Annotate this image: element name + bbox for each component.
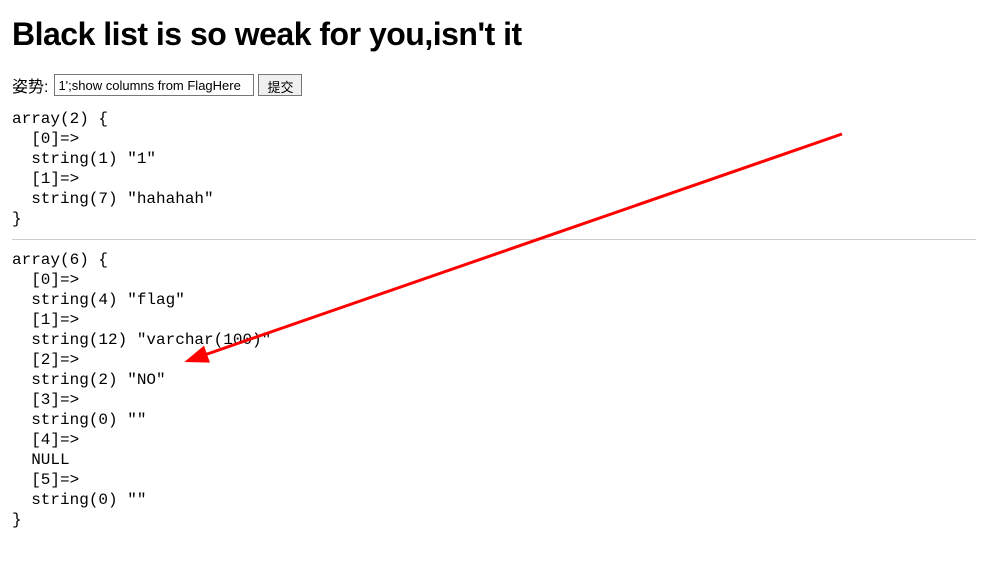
query-input[interactable] xyxy=(54,74,254,96)
submit-button[interactable]: 提交 xyxy=(258,74,302,96)
divider xyxy=(12,239,976,240)
query-form: 姿势: 提交 xyxy=(12,73,976,97)
var-dump-2: array(6) { [0]=> string(4) "flag" [1]=> … xyxy=(12,250,976,530)
page-title: Black list is so weak for you,isn't it xyxy=(12,16,976,53)
input-label: 姿势: xyxy=(12,73,48,97)
var-dump-1: array(2) { [0]=> string(1) "1" [1]=> str… xyxy=(12,109,976,229)
